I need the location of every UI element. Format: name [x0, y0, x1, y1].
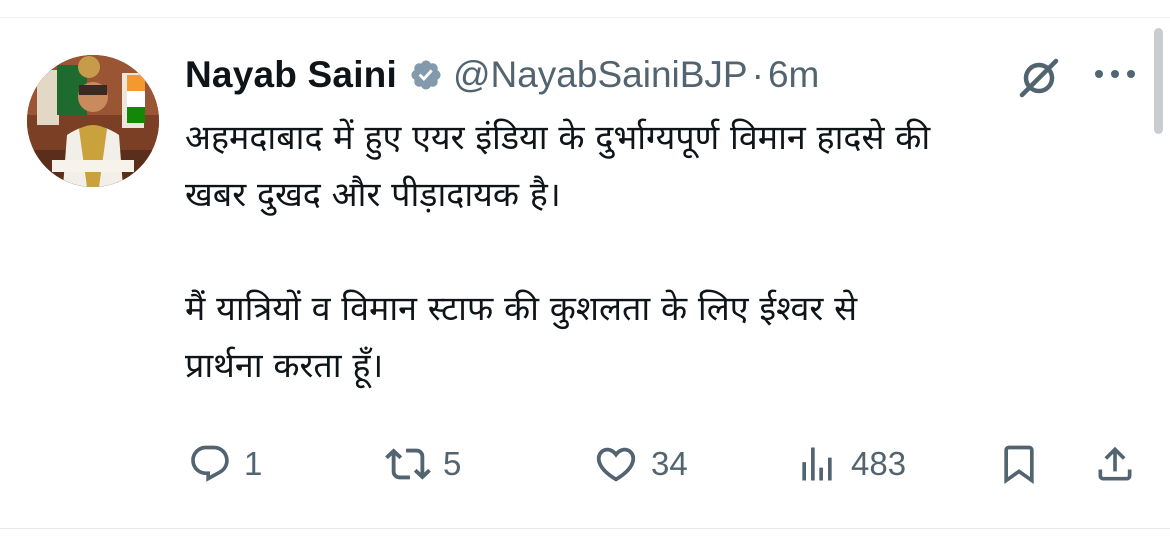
separator-dot: · — [751, 54, 764, 95]
views-button[interactable]: 483 — [795, 436, 906, 492]
bookmark-icon — [1004, 445, 1034, 485]
avatar[interactable] — [27, 55, 159, 187]
share-button[interactable] — [1093, 436, 1137, 492]
reply-button[interactable]: 1 — [188, 436, 262, 492]
verified-badge-icon — [409, 58, 443, 92]
top-divider — [0, 17, 1170, 18]
reply-count: 1 — [244, 445, 263, 482]
author-handle[interactable]: @NayabSainiBJP — [453, 54, 748, 96]
bookmark-button[interactable] — [997, 436, 1041, 492]
views-count: 483 — [851, 445, 907, 482]
views-icon — [802, 447, 832, 481]
like-button[interactable]: 34 — [593, 436, 688, 492]
heart-icon — [596, 447, 636, 482]
reply-icon — [191, 445, 229, 482]
tweet-time[interactable]: 6m — [768, 54, 819, 96]
like-count: 34 — [651, 445, 688, 482]
repost-button[interactable]: 5 — [385, 436, 461, 492]
more-icon[interactable] — [1093, 63, 1137, 85]
grok-icon[interactable] — [1016, 55, 1062, 101]
repost-count: 5 — [443, 445, 462, 482]
tweet-header: Nayab Saini @NayabSainiBJP · 6m — [185, 52, 819, 98]
share-icon — [1098, 446, 1132, 481]
scrollbar-thumb[interactable] — [1154, 28, 1163, 134]
bottom-divider — [0, 528, 1170, 529]
author-name[interactable]: Nayab Saini — [185, 54, 397, 96]
repost-icon — [385, 448, 431, 480]
tweet-text: अहमदाबाद में हुए एयर इंडिया के दुर्भाग्य… — [185, 118, 931, 386]
action-bar: 1 5 34 483 — [0, 436, 1170, 492]
